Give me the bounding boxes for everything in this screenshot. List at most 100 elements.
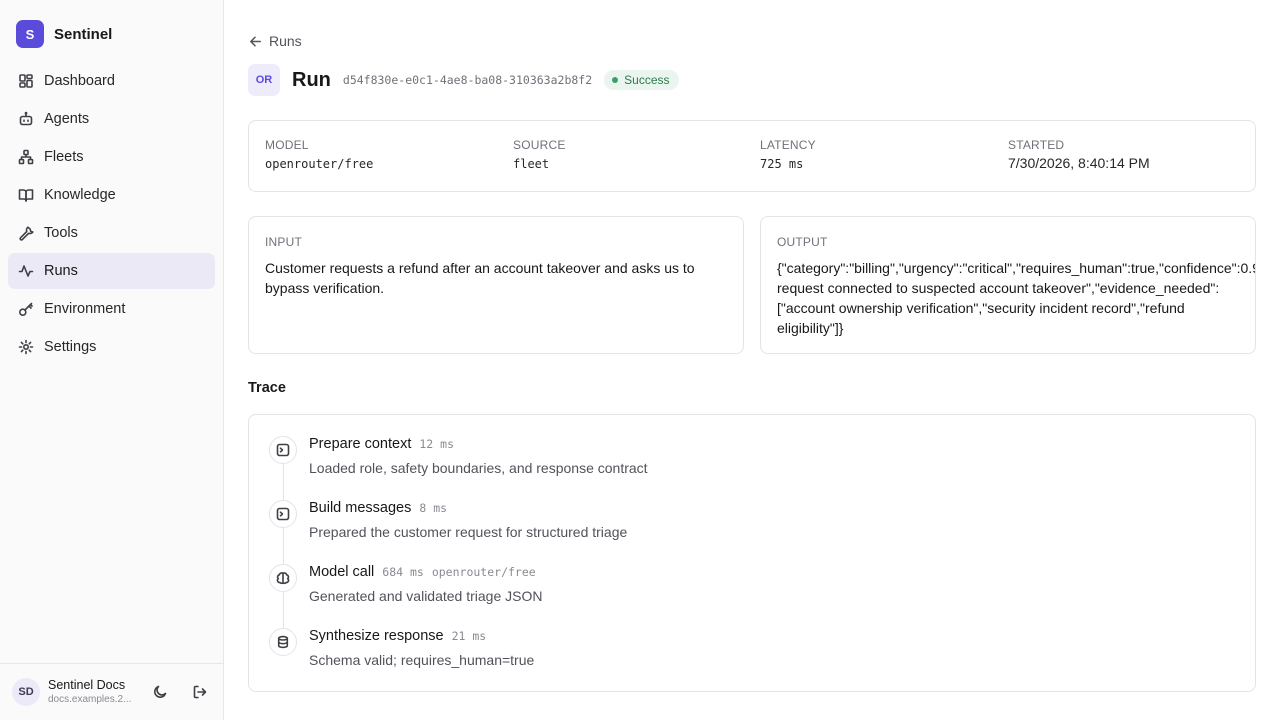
meta-value: 725 ms [760, 157, 804, 171]
output-label: OUTPUT [777, 235, 828, 249]
sidebar-item-settings[interactable]: Settings [8, 329, 215, 365]
trace-step-header: Model call 684 ms openrouter/free [309, 564, 1209, 586]
run-id: d54f830e-e0c1-4ae8-ba08-310363a2b8f2 [342, 73, 593, 87]
sidebar-item-label: Environment [44, 301, 126, 317]
trace-step-text: Synthesize response 21 ms Schema valid; … [309, 628, 1209, 668]
trace-heading: Trace [248, 380, 286, 396]
theme-toggle-button[interactable] [146, 678, 174, 706]
activity-icon [18, 263, 34, 279]
sidebar-item-label: Settings [44, 339, 97, 355]
output-line: request connected to suspected account t… [777, 280, 1220, 296]
trace-step-text: Prepare context 12 ms Loaded role, safet… [309, 436, 1209, 476]
dashboard-icon [18, 73, 34, 89]
output-card: OUTPUT {"category":"billing","urgency":"… [760, 216, 1256, 354]
trace-step-description: Schema valid; requires_human=true [309, 652, 535, 668]
trace-step-title: Model call [309, 564, 375, 580]
trace-step-header: Build messages 8 ms [309, 500, 1209, 522]
meta-source: SOURCE fleet [513, 138, 566, 171]
page-title: Run [292, 68, 331, 91]
output-line: {"category":"billing","urgency":"critica… [777, 260, 1256, 276]
meta-started: STARTED 7/30/2026, 8:40:14 PM [1008, 138, 1150, 171]
trace-card: Prepare context 12 ms Loaded role, safet… [248, 414, 1256, 692]
meta-value: fleet [513, 157, 550, 171]
run-meta-card: MODEL openrouter/free SOURCE fleet LATEN… [248, 120, 1256, 192]
input-card: INPUT Customer requests a refund after a… [248, 216, 744, 354]
brand-logo: S [16, 20, 44, 48]
trace-step-text: Model call 684 ms openrouter/free Genera… [309, 564, 1209, 604]
sidebar-item-knowledge[interactable]: Knowledge [8, 177, 215, 213]
sidebar-item-fleets[interactable]: Fleets [8, 139, 215, 175]
run-header: OR Run d54f830e-e0c1-4ae8-ba08-310363a2b… [248, 64, 679, 96]
meta-value: openrouter/free [265, 157, 374, 171]
input-text: Customer requests a refund after an acco… [265, 258, 695, 298]
meta-model: MODEL openrouter/free [265, 138, 373, 171]
meta-value: 7/30/2026, 8:40:14 PM [1008, 155, 1150, 171]
bot-icon [18, 111, 34, 127]
sidebar-item-label: Fleets [44, 149, 84, 165]
sidebar-item-runs[interactable]: Runs [8, 253, 215, 289]
output-line: eligibility"]} [777, 320, 844, 336]
sidebar-item-label: Dashboard [44, 73, 115, 89]
sidebar-item-label: Runs [44, 263, 78, 279]
sidebar-item-tools[interactable]: Tools [8, 215, 215, 251]
terminal-icon [269, 500, 297, 528]
trace-step-duration: 8 ms [419, 501, 448, 515]
sidebar-nav: Dashboard Agents Fleets Knowledge Tools [8, 63, 215, 367]
meta-label: STARTED [1008, 138, 1065, 152]
trace-step-header: Prepare context 12 ms [309, 436, 1209, 458]
main-content: Runs OR Run d54f830e-e0c1-4ae8-ba08-3103… [248, 0, 1256, 720]
arrow-left-icon [248, 34, 263, 49]
network-icon [18, 149, 34, 165]
sidebar-item-label: Knowledge [44, 187, 116, 203]
meta-latency: LATENCY 725 ms [760, 138, 816, 171]
sidebar-item-agents[interactable]: Agents [8, 101, 215, 137]
user-info: Sentinel Docs docs.examples.2... [48, 677, 134, 707]
wrench-icon [18, 225, 34, 241]
key-icon [18, 301, 34, 317]
trace-step-text: Build messages 8 ms Prepared the custome… [309, 500, 1209, 540]
output-line: ["account ownership verification","secur… [777, 300, 1185, 316]
trace-timeline [283, 455, 284, 655]
trace-step-description: Prepared the customer request for struct… [309, 524, 628, 540]
user-name: Sentinel Docs [48, 678, 126, 692]
back-link[interactable]: Runs [248, 33, 302, 49]
terminal-icon [269, 436, 297, 464]
sidebar-item-environment[interactable]: Environment [8, 291, 215, 327]
brand[interactable]: S Sentinel [16, 20, 112, 48]
sidebar-item-label: Tools [44, 225, 78, 241]
trace-step-title: Synthesize response [309, 628, 444, 644]
agent-badge: OR [248, 64, 280, 96]
database-icon [269, 628, 297, 656]
user-email: docs.examples.2... [48, 694, 132, 705]
sidebar-footer: SD Sentinel Docs docs.examples.2... [0, 663, 223, 720]
trace-step-model: openrouter/free [431, 565, 536, 579]
trace-step-title: Prepare context [309, 436, 412, 452]
status-badge: Success [604, 70, 679, 90]
gear-icon [18, 339, 34, 355]
book-icon [18, 187, 34, 203]
input-line: Customer requests a refund after an acco… [265, 260, 695, 276]
brain-icon [269, 564, 297, 592]
avatar[interactable]: SD [12, 678, 40, 706]
input-label: INPUT [265, 235, 302, 249]
logout-button[interactable] [186, 678, 214, 706]
trace-step-description: Generated and validated triage JSON [309, 588, 543, 604]
sidebar-item-dashboard[interactable]: Dashboard [8, 63, 215, 99]
logout-icon [192, 684, 208, 700]
input-line: bypass verification. [265, 280, 385, 296]
trace-step-title: Build messages [309, 500, 412, 516]
status-dot [612, 77, 619, 83]
moon-icon [152, 684, 168, 700]
back-link-label: Runs [269, 33, 302, 49]
sidebar-item-label: Agents [44, 111, 90, 127]
brand-name: Sentinel [54, 25, 113, 43]
sidebar: S Sentinel Dashboard Agents Fleets Knowl… [0, 0, 224, 720]
meta-label: MODEL [265, 138, 309, 152]
trace-step-duration: 21 ms [451, 629, 487, 643]
meta-label: LATENCY [760, 138, 816, 152]
output-text: {"category":"billing","urgency":"critica… [777, 258, 1256, 338]
status-label: Success [624, 73, 670, 87]
trace-step-description: Loaded role, safety boundaries, and resp… [309, 460, 648, 476]
trace-step-duration: 684 ms [382, 565, 424, 579]
meta-label: SOURCE [513, 138, 566, 152]
